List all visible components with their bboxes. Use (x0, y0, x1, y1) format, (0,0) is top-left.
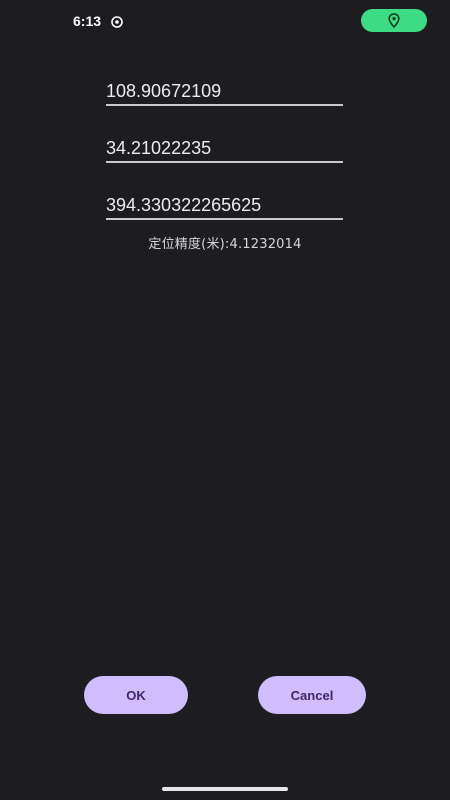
status-bar: 6:13 (0, 0, 450, 44)
eye-icon (111, 16, 123, 28)
longitude-value: 108.90672109 (106, 81, 222, 101)
altitude-value: 394.330322265625 (106, 195, 262, 215)
latitude-field[interactable]: 34.21022235 (106, 135, 343, 163)
location-indicator-pill[interactable] (361, 9, 427, 32)
ok-button[interactable]: OK (84, 676, 188, 714)
home-indicator[interactable] (162, 787, 288, 791)
accuracy-label: 定位精度(米):4.1232014 (148, 237, 302, 252)
latitude-value: 34.21022235 (106, 138, 212, 158)
status-time: 6:13 (73, 13, 102, 29)
location-pin-icon (388, 13, 400, 28)
cancel-button[interactable]: Cancel (258, 676, 366, 714)
longitude-field[interactable]: 108.90672109 (106, 78, 343, 106)
altitude-field[interactable]: 394.330322265625 (106, 192, 343, 220)
screen: 6:13 108.90672109 34.21022235 394.330322… (0, 0, 450, 800)
